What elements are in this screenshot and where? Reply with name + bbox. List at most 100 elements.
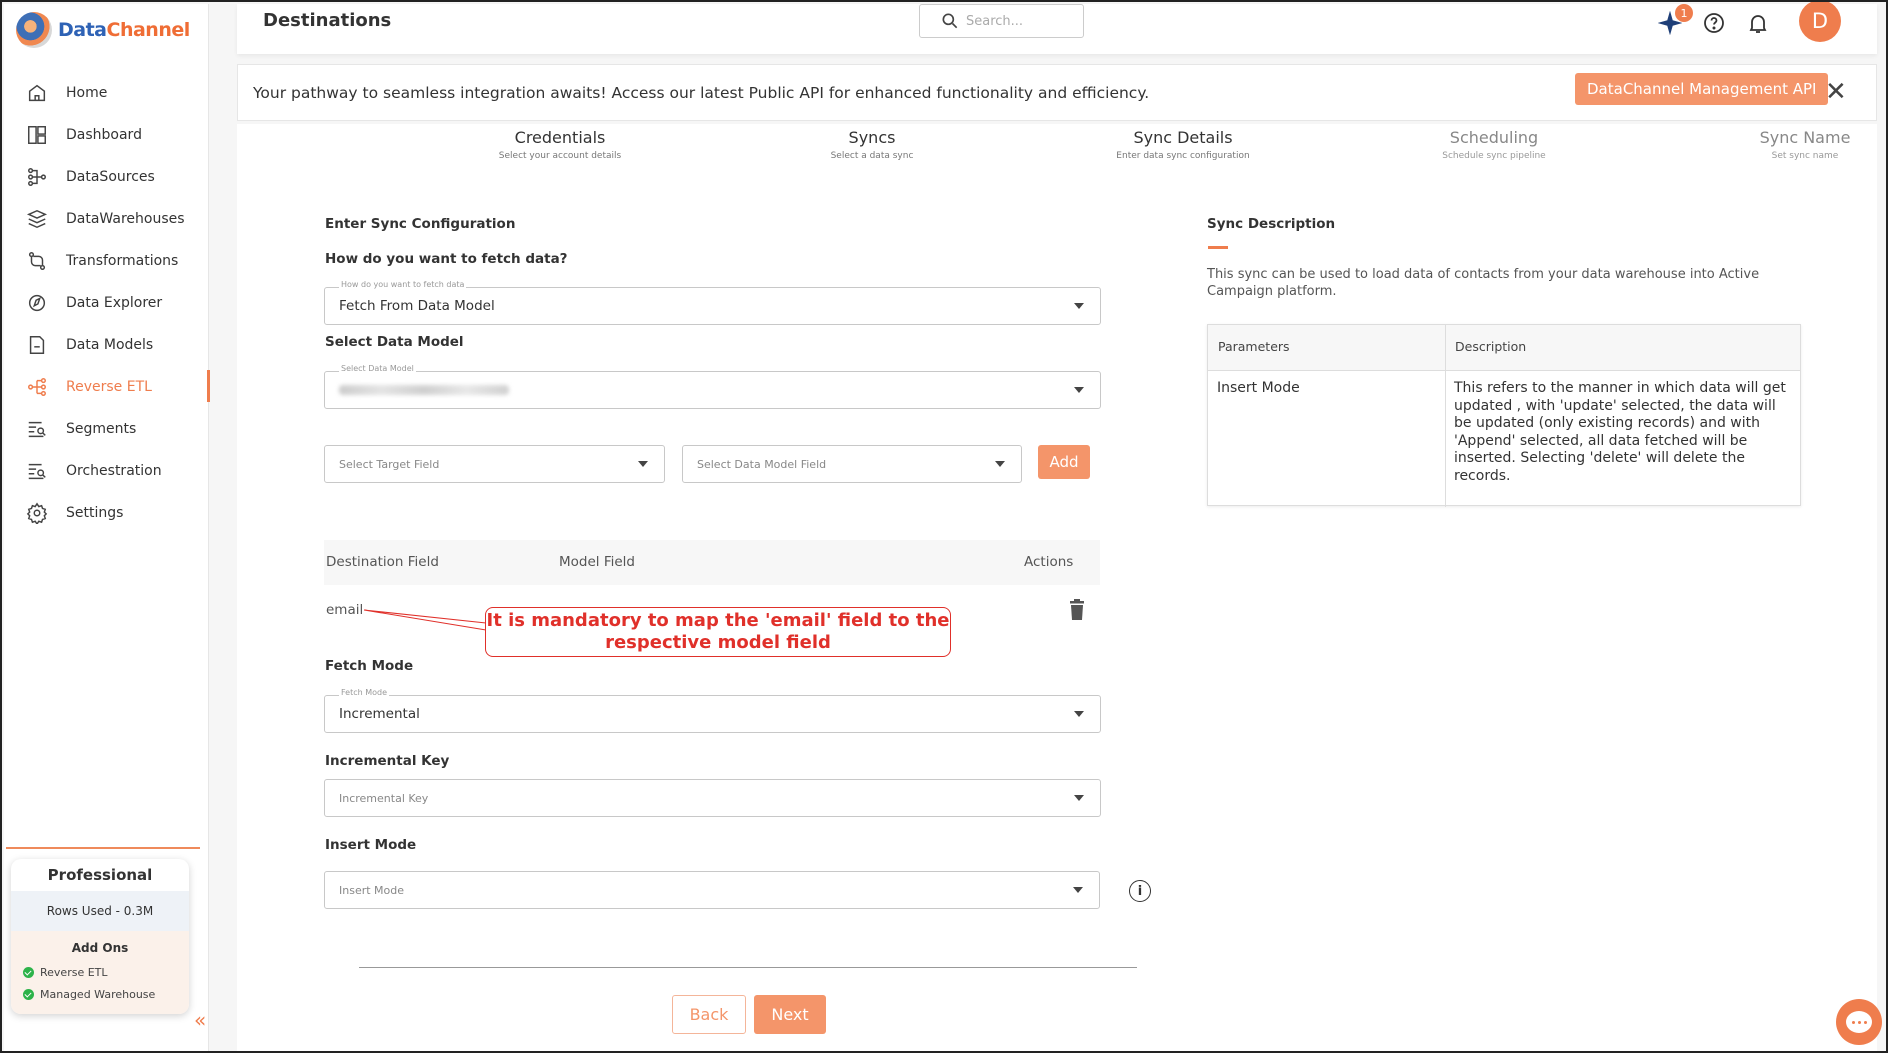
step-subtitle: Schedule sync pipeline <box>1442 151 1546 161</box>
addons-section: Add Ons Reverse ETL Managed Warehouse <box>11 931 189 1014</box>
notifications-button[interactable] <box>1745 10 1771 36</box>
plan-title: Professional <box>47 866 153 884</box>
insert-mode-select[interactable]: Insert Mode <box>324 871 1100 909</box>
param-cell: Insert Mode <box>1217 380 1300 396</box>
reverse-etl-icon <box>28 378 46 396</box>
sidebar-item-transformations[interactable]: Transformations <box>4 240 209 282</box>
help-button[interactable] <box>1701 10 1727 36</box>
chevron-down-icon <box>1074 795 1084 801</box>
sidebar-item-label: Data Explorer <box>66 295 163 311</box>
transformations-icon <box>28 252 46 270</box>
back-button[interactable]: Back <box>672 995 746 1034</box>
step-title: Sync Name <box>1759 128 1851 147</box>
banner-text: Your pathway to seamless integration awa… <box>253 83 1150 102</box>
collapse-sidebar-icon[interactable]: « <box>194 1008 206 1032</box>
sidebar-item-settings[interactable]: Settings <box>4 492 209 534</box>
select-value: Fetch From Data Model <box>339 298 495 314</box>
fetch-heading: How do you want to fetch data? <box>325 251 568 267</box>
chevron-down-icon <box>995 461 1005 467</box>
sidebar-item-orchestration[interactable]: Orchestration <box>4 450 209 492</box>
close-icon[interactable]: ✕ <box>1825 79 1847 105</box>
bell-icon <box>1749 15 1767 33</box>
sidebar-item-label: Dashboard <box>66 127 142 143</box>
add-mapping-button[interactable]: Add <box>1038 445 1090 479</box>
sparkle-button[interactable]: 1 <box>1657 4 1693 36</box>
field-label: How do you want to fetch data <box>339 280 467 289</box>
app-window: DataChannel Home Dashboard DataSources D… <box>0 0 1888 1053</box>
heading-underline <box>1208 246 1228 249</box>
sidebar-item-label: Settings <box>66 505 124 521</box>
sidebar-item-datawarehouses[interactable]: DataWarehouses <box>4 198 209 240</box>
select-placeholder: Incremental Key <box>339 791 429 805</box>
page-title: Destinations <box>263 10 392 31</box>
step-sync-name[interactable]: Sync Name Set sync name <box>1685 128 1886 161</box>
sidebar-item-dashboard[interactable]: Dashboard <box>4 114 209 156</box>
form-divider <box>359 967 1137 968</box>
column-header: Parameters <box>1208 325 1445 371</box>
header-icons: 1 D <box>1657 2 1841 42</box>
sidebar-item-label: Data Models <box>66 337 154 353</box>
mapping-destination-cell: email <box>326 602 364 618</box>
step-sync-details[interactable]: Sync Details Enter data sync configurati… <box>1063 128 1303 161</box>
select-placeholder: Insert Mode <box>339 883 405 897</box>
home-icon <box>28 84 46 102</box>
stepper: Credentials Select your account details … <box>237 128 1877 178</box>
search-placeholder: Search... <box>966 13 1024 29</box>
sidebar-item-datasources[interactable]: DataSources <box>4 156 209 198</box>
step-scheduling[interactable]: Scheduling Schedule sync pipeline <box>1374 128 1614 161</box>
sidebar-divider <box>6 847 200 849</box>
description-text: This sync can be used to load data of co… <box>1207 267 1760 299</box>
chevron-down-icon <box>1074 711 1084 717</box>
management-api-button[interactable]: DataChannel Management API <box>1575 73 1829 105</box>
fetch-method-select[interactable]: How do you want to fetch data Fetch From… <box>324 280 1101 325</box>
data-models-icon <box>29 336 45 354</box>
mapping-table-header: Destination Field Model Field Actions <box>324 540 1100 585</box>
data-explorer-icon <box>28 294 46 312</box>
logo-icon <box>16 12 52 48</box>
fetch-mode-select[interactable]: Fetch Mode Incremental <box>324 688 1101 733</box>
help-icon <box>1704 13 1724 33</box>
addons-title: Add Ons <box>71 941 129 955</box>
check-icon <box>23 966 34 978</box>
search-icon <box>942 13 958 29</box>
logo[interactable]: DataChannel <box>16 12 190 48</box>
delete-mapping-button[interactable] <box>1068 599 1086 625</box>
column-header: Destination Field <box>326 554 439 570</box>
chevron-down-icon <box>1074 303 1084 309</box>
search-input[interactable]: Search... <box>919 4 1084 38</box>
logo-text: DataChannel <box>58 19 190 41</box>
data-model-select[interactable]: Select Data Model <box>324 364 1101 409</box>
sidebar-item-label: Reverse ETL <box>66 379 152 395</box>
step-credentials[interactable]: Credentials Select your account details <box>440 128 680 161</box>
chat-button[interactable] <box>1836 999 1882 1045</box>
incremental-key-select[interactable]: Incremental Key <box>324 779 1101 817</box>
annotation-callout: It is mandatory to map the 'email' field… <box>485 607 951 657</box>
trash-icon <box>1070 599 1084 620</box>
sidebar-item-reverse-etl[interactable]: Reverse ETL <box>4 366 210 408</box>
column-header: Model Field <box>559 554 635 570</box>
model-field-select[interactable]: Select Data Model Field <box>682 445 1022 483</box>
sidebar-item-home[interactable]: Home <box>4 72 209 114</box>
chat-icon <box>1846 1011 1872 1033</box>
select-placeholder: Select Target Field <box>339 457 440 471</box>
sidebar: DataChannel Home Dashboard DataSources D… <box>4 4 210 1051</box>
field-label: Fetch Mode <box>339 688 390 697</box>
addon-item: Managed Warehouse <box>11 983 189 1005</box>
addon-item: Reverse ETL <box>11 961 189 983</box>
target-field-select[interactable]: Select Target Field <box>324 445 665 483</box>
column-header: Actions <box>1024 554 1074 570</box>
plan-card: Professional Rows Used - 0.3M Add Ons Re… <box>11 859 189 1014</box>
sidebar-item-segments[interactable]: Segments <box>4 408 209 450</box>
notification-badge: 1 <box>1675 4 1693 22</box>
datawarehouses-icon <box>26 209 48 229</box>
sidebar-item-data-models[interactable]: Data Models <box>4 324 209 366</box>
next-button[interactable]: Next <box>754 995 826 1034</box>
info-icon[interactable]: i <box>1129 880 1151 902</box>
step-subtitle: Set sync name <box>1771 151 1839 161</box>
callout-pointer <box>364 609 487 631</box>
avatar[interactable]: D <box>1799 2 1841 42</box>
segments-icon <box>28 421 46 438</box>
sidebar-item-data-explorer[interactable]: Data Explorer <box>4 282 209 324</box>
api-banner: Your pathway to seamless integration awa… <box>237 64 1877 121</box>
step-syncs[interactable]: Syncs Select a data sync <box>752 128 992 161</box>
